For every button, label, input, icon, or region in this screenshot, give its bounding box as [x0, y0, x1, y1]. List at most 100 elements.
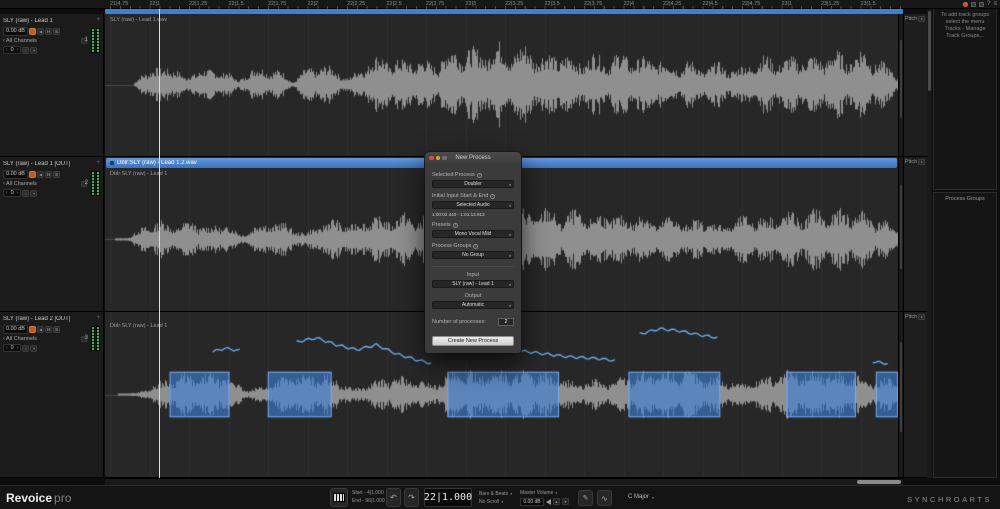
dropdown-arrows-icon: ♦	[509, 203, 511, 208]
record-icon[interactable]	[29, 171, 36, 178]
time-format-select[interactable]: Bars & Beats♦	[479, 490, 512, 498]
track-header[interactable]: SLY (raw) - Lead 2 [OUT] + 0.00 dB H S 3…	[0, 312, 104, 478]
channels-select[interactable]: All Channels	[6, 181, 37, 187]
stepper-plus-icon[interactable]: ›	[17, 191, 19, 196]
hide-button[interactable]: H	[45, 171, 52, 178]
stepper-plus-icon[interactable]: ›	[17, 346, 19, 351]
track-name[interactable]: SLY (raw) - Lead 1 [OUT]	[3, 161, 70, 167]
volume-down-button[interactable]: ▾	[562, 498, 569, 505]
input-dropdown[interactable]: SLY (raw) - Lead 1♦	[432, 280, 514, 288]
dialog-titlebar[interactable]: New Process	[425, 152, 521, 164]
presets-dropdown[interactable]: Mono Vocal Mild♦	[432, 230, 514, 238]
solo-button[interactable]: S	[53, 28, 60, 35]
dialog-separator	[432, 266, 514, 267]
layout-grid-icon[interactable]	[979, 2, 984, 7]
dropdown-arrows-icon: ♦	[510, 491, 512, 496]
stepper-plus-icon[interactable]: ›	[17, 48, 19, 53]
timeline-ruler[interactable]: 21|4.7522|122|1.2522|1.522|1.7522|222|2.…	[0, 0, 1000, 9]
speaker-icon[interactable]	[37, 326, 44, 333]
track-name[interactable]: SLY (raw) - Lead 2 [OUT]	[3, 316, 70, 322]
updown-icon[interactable]: ↕	[22, 190, 29, 197]
speaker-icon[interactable]	[37, 28, 44, 35]
solo-button[interactable]: S	[53, 326, 60, 333]
process-groups-label: Process Groups	[432, 243, 471, 249]
initial-input-dropdown[interactable]: Selected Audio♦	[432, 201, 514, 209]
ruler-label: 22|1.5	[229, 1, 244, 7]
input-range-text: 1:00:02.440 - 1:01:13.913	[432, 212, 514, 217]
solo-button[interactable]: S	[53, 171, 60, 178]
track-header[interactable]: SLY (raw) - Lead 1 + 0.00 dB H S 1 ‹ All…	[0, 14, 104, 157]
hide-button[interactable]: H	[45, 326, 52, 333]
time-display[interactable]: 22|1.000	[424, 488, 472, 507]
track-gain[interactable]: 0.00 dB	[3, 170, 28, 179]
stepper-minus-icon[interactable]: ‹	[6, 48, 8, 53]
pitch-dropdown[interactable]: ♦	[918, 314, 925, 320]
speaker-icon[interactable]	[37, 171, 44, 178]
hide-button[interactable]: H	[45, 28, 52, 35]
wave-tool-button[interactable]: ∿	[597, 490, 612, 506]
track-gain[interactable]: 0.00 dB	[3, 27, 28, 36]
move-icon[interactable]: +	[96, 160, 100, 166]
dot-icon[interactable]: ▪	[30, 47, 37, 54]
info-icon[interactable]: ?	[453, 223, 458, 228]
move-icon[interactable]: +	[96, 17, 100, 23]
record-icon[interactable]	[29, 28, 36, 35]
track-name[interactable]: SLY (raw) - Lead 1	[3, 18, 53, 24]
layout-panels-icon[interactable]	[971, 2, 976, 7]
selection-bar[interactable]	[105, 9, 903, 14]
create-new-process-button[interactable]: Create New Process	[432, 336, 514, 346]
updown-icon[interactable]: ↕	[22, 345, 29, 352]
selected-process-dropdown[interactable]: Doubler♦	[432, 180, 514, 188]
move-icon[interactable]: +	[96, 315, 100, 321]
chevron-left-icon[interactable]: ‹	[3, 336, 5, 342]
pan-stepper[interactable]: ‹ 0 ›	[3, 46, 21, 54]
chevron-left-icon[interactable]: ‹	[3, 38, 5, 44]
stepper-minus-icon[interactable]: ‹	[6, 191, 8, 196]
channels-select[interactable]: All Channels	[6, 336, 37, 342]
record-indicator-icon[interactable]	[963, 2, 968, 7]
updown-icon[interactable]: ↕	[22, 47, 29, 54]
record-icon[interactable]	[29, 326, 36, 333]
stepper-minus-icon[interactable]: ‹	[6, 346, 8, 351]
num-processes-input[interactable]: 2	[498, 318, 514, 326]
volume-up-button[interactable]: ▴	[553, 498, 560, 505]
undo-button[interactable]: ↶	[386, 488, 401, 507]
info-icon[interactable]: ?	[473, 244, 478, 249]
ruler-label: 22|2.75	[426, 1, 444, 7]
keyboard-button[interactable]	[330, 488, 348, 507]
pan-value: 0	[9, 47, 16, 53]
menu-icon[interactable]: ≡	[993, 1, 997, 7]
pan-stepper[interactable]: ‹ 0 ›	[3, 344, 21, 352]
edit-tool-button[interactable]: ✎	[578, 490, 593, 506]
scroll-mode-select[interactable]: No Scroll♦	[479, 498, 512, 506]
info-icon[interactable]: ?	[477, 173, 482, 178]
block-icon	[110, 161, 114, 165]
output-dropdown[interactable]: Automatic♦	[432, 301, 514, 309]
key-signature-select[interactable]: C Major ♦	[628, 494, 654, 500]
dot-icon[interactable]: ▪	[30, 345, 37, 352]
vertical-scrollbar[interactable]	[927, 9, 932, 478]
master-volume-value[interactable]: 0.00 dB	[520, 498, 544, 506]
pitch-dropdown[interactable]: ♦	[918, 16, 925, 22]
redo-button[interactable]: ↷	[404, 488, 419, 507]
key-signature-value: C Major	[628, 494, 649, 500]
dot-icon[interactable]: ▪	[30, 190, 37, 197]
info-icon[interactable]: ?	[490, 194, 495, 199]
help-icon[interactable]: ?	[987, 1, 990, 7]
track-header[interactable]: SLY (raw) - Lead 1 [OUT] + 0.00 dB H S 2…	[0, 157, 104, 312]
ruler-label: 22|3.5	[545, 1, 560, 7]
waveform-canvas[interactable]	[105, 14, 903, 156]
track-gain[interactable]: 0.00 dB	[3, 325, 28, 334]
chevron-left-icon[interactable]: ‹	[3, 181, 5, 187]
time-format-value: Bars & Beats	[479, 491, 508, 497]
pan-stepper[interactable]: ‹ 0 ›	[3, 189, 21, 197]
pitch-dropdown[interactable]: ♦	[918, 159, 925, 165]
process-groups-dropdown[interactable]: No Group♦	[432, 251, 514, 259]
ruler-label: 22|1.75	[268, 1, 286, 7]
channels-select[interactable]: All Channels	[6, 38, 37, 44]
track-lane[interactable]: SLY (raw) - Lead 1.wav	[105, 14, 903, 157]
horizontal-scrollbar[interactable]	[105, 478, 903, 485]
dropdown-arrows-icon: ♦	[652, 495, 654, 500]
playhead[interactable]	[159, 9, 160, 478]
master-volume-select[interactable]: Master Volume♦	[520, 490, 569, 496]
